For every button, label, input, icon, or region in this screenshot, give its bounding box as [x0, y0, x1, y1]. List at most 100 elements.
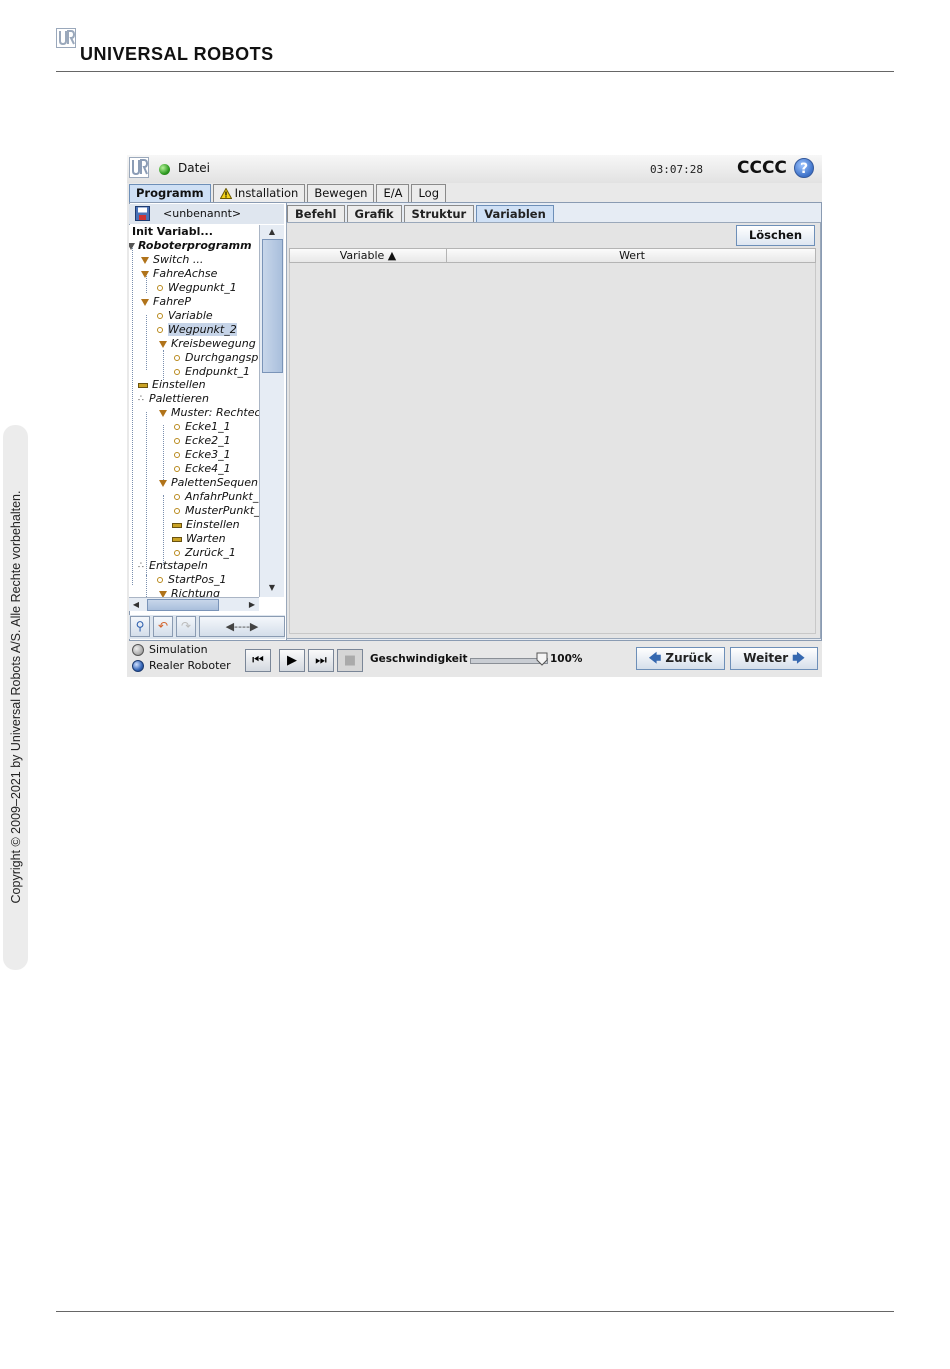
- tree-item-ecke2[interactable]: Ecke2_1: [174, 434, 231, 448]
- arrow-left-icon: 🡄: [648, 651, 662, 665]
- tree-item-switch[interactable]: Switch ...: [141, 253, 203, 267]
- help-icon[interactable]: ?: [794, 158, 814, 178]
- tree-toolbar: ⚲ ↶ ↷ ◀‑‑‑‑▶: [129, 615, 285, 639]
- tree-horizontal-scrollbar[interactable]: ◀ ▶: [129, 597, 259, 611]
- tree-vertical-scrollbar[interactable]: ▲ ▼: [259, 225, 284, 597]
- scroll-right-icon[interactable]: ▶: [245, 598, 259, 611]
- tree-item-warten[interactable]: Warten: [172, 532, 226, 546]
- tree-item-variable[interactable]: Variable: [157, 309, 213, 323]
- rewind-button[interactable]: ⏮: [245, 649, 271, 672]
- next-button[interactable]: Weiter 🡆: [730, 647, 818, 670]
- tab-struktur[interactable]: Struktur: [403, 205, 475, 222]
- program-tree: Init Variabl... Roboterprogramm Switch .…: [129, 225, 259, 597]
- tab-bewegen[interactable]: Bewegen: [307, 184, 375, 202]
- tree-item-roboterprogramm[interactable]: Roboterprogramm: [129, 239, 252, 253]
- sub-tabs: Befehl Grafik Struktur Variablen: [287, 205, 556, 222]
- tree-item-wegpunkt-2[interactable]: Wegpunkt_2: [157, 323, 237, 337]
- tree-item-musterpunkt[interactable]: MusterPunkt_: [174, 504, 259, 518]
- arrow-right-icon: 🡆: [792, 651, 805, 665]
- tree-item-palettensequenz[interactable]: PalettenSequen: [159, 476, 258, 490]
- tree-item-richtung[interactable]: Richtung: [159, 587, 220, 597]
- tree-item-durchgangspunkt[interactable]: Durchgangspu: [174, 351, 259, 365]
- robot-name: CCCC: [737, 158, 787, 178]
- tab-befehl[interactable]: Befehl: [287, 205, 345, 222]
- scroll-up-icon[interactable]: ▲: [260, 225, 284, 239]
- tab-label: E/A: [383, 186, 403, 200]
- tree-item-endpunkt-1[interactable]: Endpunkt_1: [174, 365, 250, 379]
- top-bar: Datei 03:07:28 CCCC ?: [127, 155, 822, 183]
- tree-item-init-variables[interactable]: Init Variabl...: [132, 225, 213, 239]
- robot-status-icon: [159, 164, 170, 175]
- variables-table-body: [289, 263, 816, 634]
- tab-log[interactable]: Log: [411, 184, 447, 202]
- move-arrows-button[interactable]: ◀‑‑‑‑▶: [199, 616, 285, 637]
- scroll-thumb-horizontal[interactable]: [147, 599, 219, 611]
- tree-item-fahreachse[interactable]: FahreAchse: [141, 267, 217, 281]
- scroll-thumb[interactable]: [262, 239, 283, 373]
- simulation-label: Simulation: [149, 643, 208, 656]
- tab-label: Bewegen: [314, 186, 368, 200]
- tree-item-ecke1[interactable]: Ecke1_1: [174, 420, 231, 434]
- stop-button[interactable]: ■: [337, 649, 363, 672]
- program-file-row: <unbenannt>: [129, 204, 284, 224]
- undo-icon[interactable]: ↶: [153, 616, 173, 637]
- save-icon[interactable]: [135, 206, 150, 221]
- ur-app-logo-icon: [129, 157, 149, 178]
- real-robot-label: Realer Roboter: [149, 659, 231, 672]
- tree-item-startpos-1[interactable]: StartPos_1: [157, 573, 226, 587]
- delete-button[interactable]: Löschen: [736, 225, 815, 246]
- mode-simulation[interactable]: Simulation: [132, 643, 208, 656]
- real-robot-radio[interactable]: [132, 659, 144, 672]
- variables-table-header: Variable ▲ Wert: [289, 248, 816, 263]
- scroll-left-icon[interactable]: ◀: [129, 598, 143, 611]
- header-divider: [56, 71, 894, 72]
- tree-item-entstapeln[interactable]: ∴ Entstapeln: [138, 559, 208, 573]
- tree-item-anfahrpunkt[interactable]: AnfahrPunkt_: [174, 490, 258, 504]
- robot-ui-screenshot: Datei 03:07:28 CCCC ? Programm Installat…: [127, 155, 822, 677]
- footer-divider: [56, 1311, 894, 1312]
- brand-name: UNIVERSAL ROBOTS: [80, 44, 274, 64]
- speed-slider-handle[interactable]: [536, 652, 548, 666]
- ur-logo-icon: [56, 28, 76, 48]
- program-name: <unbenannt>: [163, 207, 242, 220]
- tree-item-ecke3[interactable]: Ecke3_1: [174, 448, 231, 462]
- copyright-text: Copyright © 2009–2021 by Universal Robot…: [9, 490, 23, 904]
- warning-icon: [219, 188, 232, 199]
- column-variable[interactable]: Variable ▲: [290, 249, 447, 262]
- variables-view: Löschen Variable ▲ Wert: [286, 222, 821, 639]
- tree-item-einstellen[interactable]: Einstellen: [138, 378, 206, 392]
- tab-label: Programm: [136, 186, 204, 200]
- tab-ea[interactable]: E/A: [376, 184, 410, 202]
- scroll-down-icon[interactable]: ▼: [260, 581, 284, 595]
- next-label: Weiter: [743, 651, 789, 665]
- tab-programm[interactable]: Programm: [129, 184, 211, 202]
- tree-item-ecke4[interactable]: Ecke4_1: [174, 462, 231, 476]
- tree-item-wegpunkt-1[interactable]: Wegpunkt_1: [157, 281, 237, 295]
- back-label: Zurück: [665, 651, 713, 665]
- tab-label: Log: [418, 186, 440, 200]
- back-button[interactable]: 🡄 Zurück: [636, 647, 725, 670]
- clock: 03:07:28: [650, 163, 703, 176]
- tree-item-palettieren[interactable]: ∴ Palettieren: [138, 392, 209, 406]
- simulation-radio[interactable]: [132, 643, 144, 656]
- column-value[interactable]: Wert: [447, 249, 817, 262]
- bottom-bar: Simulation Realer Roboter ⏮ ▶ ⏭ ■ Geschw…: [127, 641, 822, 677]
- tree-item-einstellen-2[interactable]: Einstellen: [172, 518, 240, 532]
- tree-item-muster[interactable]: Muster: Rechtec: [159, 406, 259, 420]
- play-button[interactable]: ▶: [279, 649, 305, 672]
- main-tabs: Programm Installation Bewegen E/A Log: [129, 184, 448, 202]
- search-icon[interactable]: ⚲: [130, 616, 150, 637]
- speed-label: Geschwindigkeit: [370, 653, 468, 665]
- tree-item-fahrep[interactable]: FahreP: [141, 295, 191, 309]
- speed-value: 100%: [550, 653, 583, 665]
- tree-item-zurueck-1[interactable]: Zurück_1: [174, 546, 236, 560]
- file-menu[interactable]: Datei: [178, 161, 210, 175]
- mode-real-robot[interactable]: Realer Roboter: [132, 659, 231, 672]
- tab-installation[interactable]: Installation: [212, 184, 306, 202]
- redo-icon[interactable]: ↷: [176, 616, 196, 637]
- tab-grafik[interactable]: Grafik: [346, 205, 402, 222]
- tab-label: Installation: [234, 186, 299, 200]
- tab-variablen[interactable]: Variablen: [476, 205, 554, 222]
- tree-item-kreisbewegung[interactable]: Kreisbewegung: [159, 337, 256, 351]
- step-button[interactable]: ⏭: [308, 649, 334, 672]
